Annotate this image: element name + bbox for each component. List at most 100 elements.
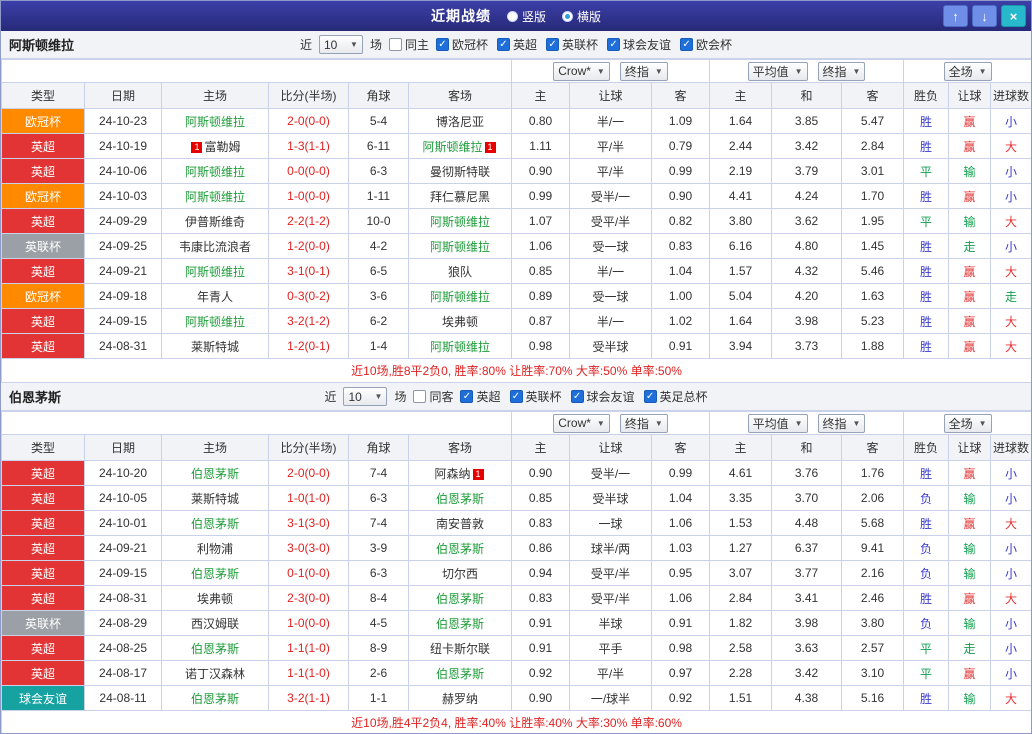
crown-handicap: 受平/半: [569, 585, 652, 611]
score-cell: 2-0(0-0): [268, 108, 349, 134]
avg-away-odds: 1.70: [841, 183, 905, 209]
crown-away-odds: 0.83: [650, 233, 711, 259]
goals-result-cell: 大: [990, 308, 1031, 334]
competition-badge: 英超: [1, 535, 85, 561]
competition-filter-checkbox[interactable]: ✓ 英超: [460, 388, 501, 405]
corners-cell: 4-2: [348, 233, 409, 259]
corners-cell: 4-5: [348, 610, 409, 636]
layout-radio-vertical[interactable]: 竖版: [506, 8, 546, 25]
close-button[interactable]: ×: [1001, 5, 1026, 27]
crown-away-odds: 0.91: [650, 610, 711, 636]
match-row: 欧冠杯 24-10-23 阿斯顿维拉 2-0(0-0) 5-4 博洛尼亚 0.80 半/一 1.…: [1, 108, 1031, 134]
score-cell: 3-2(1-2): [268, 308, 349, 334]
crown-away-odds: 1.04: [650, 485, 711, 511]
average-source-select[interactable]: 平均值 ▼: [747, 413, 808, 433]
same-venue-checkbox[interactable]: 同客: [413, 388, 453, 405]
avg-home-odds: 1.64: [709, 308, 773, 334]
team-name: 伯恩茅斯: [190, 691, 239, 706]
average-source-select[interactable]: 平均值 ▼: [747, 61, 808, 81]
goals-result-cell: 小: [990, 485, 1031, 511]
scope-select[interactable]: 全场 ▼: [943, 61, 992, 81]
team-name: 阿斯顿维拉: [184, 264, 245, 279]
team-name: 伯恩茅斯: [435, 591, 484, 606]
average-odds-group: 平均值 ▼ 终指 ▼: [709, 411, 905, 435]
avg-home-odds: 3.94: [709, 333, 773, 359]
scope-group: 全场 ▼: [903, 59, 1031, 83]
average-time-select[interactable]: 终指 ▼: [817, 413, 866, 433]
scope-select[interactable]: 全场 ▼: [943, 413, 992, 433]
competition-badge: 欧冠杯: [1, 183, 85, 209]
col-header-score: 比分(半场): [268, 434, 349, 461]
odds-time-select[interactable]: 终指 ▼: [619, 413, 668, 433]
odds-selector-row: Crow* ▼ 终指 ▼ 平均值 ▼ 终指 ▼ 全场 ▼: [1, 59, 1031, 83]
corners-cell: 1-4: [348, 333, 409, 359]
avg-draw-odds: 3.42: [771, 660, 843, 686]
checkbox-label: 英超: [476, 390, 501, 404]
avg-home-odds: 3.80: [709, 208, 773, 234]
crown-away-odds: 1.02: [650, 308, 711, 334]
competition-filter-checkbox[interactable]: ✓ 英联杯: [546, 36, 598, 53]
crown-home-odds: 1.06: [511, 233, 570, 259]
col-header-type: 类型: [1, 434, 85, 461]
competition-filter-checkbox[interactable]: ✓ 欧会杯: [680, 36, 732, 53]
radio-icon: [506, 10, 518, 22]
summary-row: 近10场,胜4平2负4, 胜率:40% 让胜率:40% 大率:30% 单率:60…: [1, 710, 1031, 733]
col-header-avg-away: 客: [841, 82, 905, 109]
crown-away-odds: 0.90: [650, 183, 711, 209]
average-time-select[interactable]: 终指 ▼: [817, 61, 866, 81]
team-name: 阿斯顿维拉: [429, 214, 490, 229]
avg-home-odds: 2.28: [709, 660, 773, 686]
scope-group: 全场 ▼: [903, 411, 1031, 435]
crown-home-odds: 0.94: [511, 560, 570, 586]
checkbox-label: 英联杯: [562, 38, 599, 52]
goals-result-cell: 小: [990, 460, 1031, 486]
scroll-up-button[interactable]: ↑: [943, 5, 968, 27]
competition-filter-checkbox[interactable]: ✓ 欧冠杯: [435, 36, 488, 53]
layout-radio-horizontal[interactable]: 横版: [562, 8, 601, 25]
handicap-result-cell: 输: [948, 685, 992, 711]
recent-count-value: 10: [348, 389, 362, 404]
average-source-value: 平均值: [752, 416, 789, 431]
home-team-cell: 1 富勒姆: [161, 133, 269, 159]
odds-time-select[interactable]: 终指 ▼: [619, 61, 668, 81]
competition-filter-checkbox[interactable]: ✓ 球会友谊: [607, 36, 671, 53]
checkbox-label: 英足总杯: [659, 390, 708, 404]
avg-away-odds: 1.45: [841, 233, 905, 259]
team-name: 切尔西: [441, 566, 478, 581]
competition-badge: 英超: [1, 510, 85, 536]
home-team-cell: 韦康比流浪者: [161, 233, 269, 259]
scroll-down-button[interactable]: ↓: [972, 5, 997, 27]
match-row: 英超 24-10-19 1 富勒姆 1-3(1-1) 6-11 阿斯顿维拉 1 1.11 平/半 0…: [1, 133, 1031, 159]
goals-result-cell: 小: [990, 108, 1031, 134]
col-header-away: 客场: [408, 82, 512, 109]
team-name: 狼队: [447, 264, 472, 279]
match-date: 24-08-25: [84, 635, 162, 661]
team-name: 伯恩茅斯: [190, 566, 239, 581]
odds-source-select[interactable]: Crow* ▼: [553, 61, 610, 81]
team-name: 阿斯顿维拉: [184, 114, 245, 129]
checkbox-icon: [413, 390, 427, 403]
crown-handicap: 平/半: [569, 660, 652, 686]
avg-away-odds: 2.46: [841, 585, 905, 611]
competition-filter-checkbox[interactable]: ✓ 英足总杯: [643, 388, 708, 405]
avg-home-odds: 3.07: [709, 560, 773, 586]
score-cell: 0-0(0-0): [268, 158, 349, 184]
handicap-result-cell: 输: [948, 485, 992, 511]
competition-filter-checkbox[interactable]: ✓ 球会友谊: [570, 388, 635, 405]
avg-away-odds: 9.41: [841, 535, 905, 561]
same-venue-checkbox[interactable]: 同主: [388, 36, 429, 53]
competition-filter-checkbox[interactable]: ✓ 英超: [497, 36, 537, 53]
recent-count-select[interactable]: 10 ▼: [343, 387, 388, 406]
radio-label: 竖版: [521, 9, 546, 24]
crown-handicap: 一/球半: [569, 685, 652, 711]
competition-filter-checkbox[interactable]: ✓ 英联杯: [509, 388, 562, 405]
chevron-down-icon: ▼: [794, 66, 803, 76]
competition-badge: 英超: [1, 635, 85, 661]
match-row: 英超 24-10-05 莱斯特城 1-0(1-0) 6-3 伯恩茅斯 0.85 受半球 1.04…: [1, 485, 1031, 511]
spacer-cell: [1, 411, 512, 435]
crown-home-odds: 0.91: [511, 635, 570, 661]
recent-results-window: 近期战绩 竖版 横版 ↑ ↓ × 阿斯顿维拉 近 10 ▼ 场 同主 ✓ 欧冠杯…: [0, 0, 1032, 734]
odds-source-select[interactable]: Crow* ▼: [553, 413, 610, 433]
crown-handicap: 受平/半: [569, 560, 652, 586]
recent-count-select[interactable]: 10 ▼: [318, 35, 363, 54]
